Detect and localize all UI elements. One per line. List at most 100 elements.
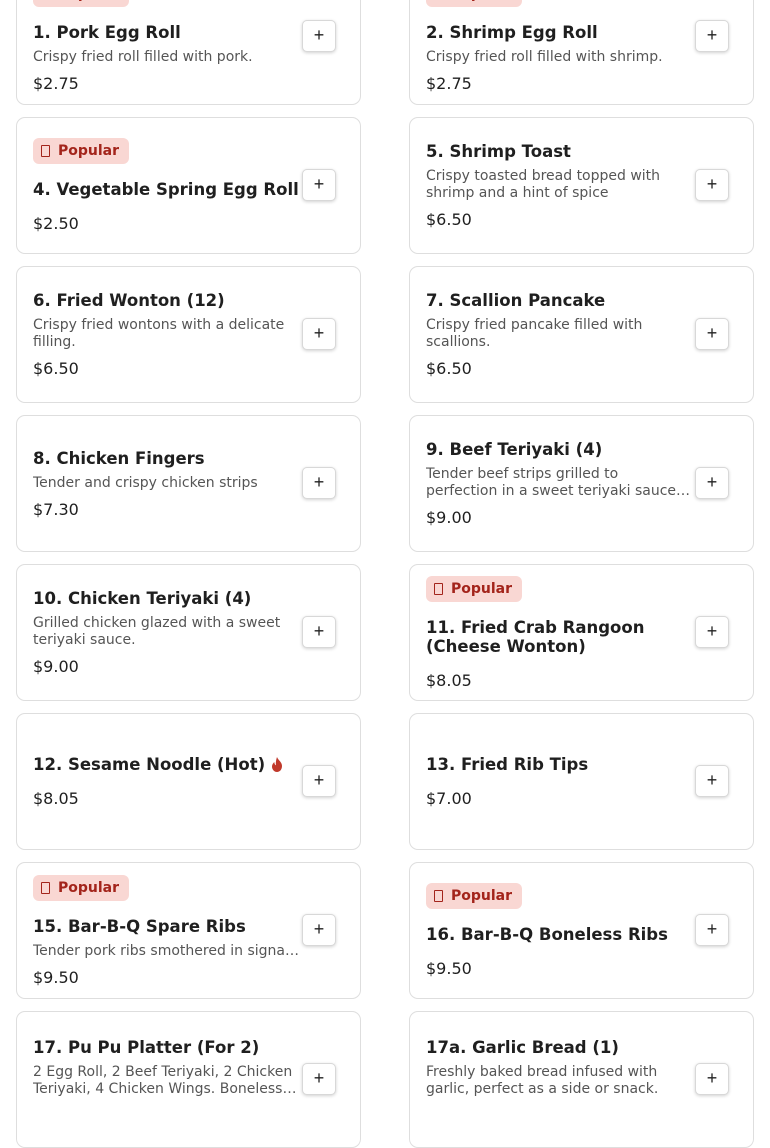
menu-item-name-text: 13. Fried Rib Tips xyxy=(426,755,589,774)
add-to-cart-button[interactable]: + xyxy=(302,1062,336,1095)
menu-item-price: $9.00 xyxy=(426,508,472,527)
menu-item-price: $2.75 xyxy=(33,73,79,93)
menu-item-card[interactable]: Popular 4. Vegetable Spring Egg Roll $2.50… xyxy=(16,117,361,254)
menu-item-price: $9.50 xyxy=(426,959,472,978)
menu-item-name: 12. Sesame Noodle (Hot) xyxy=(33,755,300,774)
menu-item-content: 10. Chicken Teriyaki (4) Grilled chicken … xyxy=(33,565,344,700)
menu-item-content: 5. Shrimp Toast Crispy toasted bread topp… xyxy=(426,118,737,253)
add-to-cart-button[interactable]: + xyxy=(695,466,729,499)
menu-item-name-text: 11. Fried Crab Rangoon (Cheese Wonton) xyxy=(426,617,645,656)
menu-item-card[interactable]: Popular 2. Shrimp Egg Roll Crispy fried ro… xyxy=(409,0,754,105)
popular-badge: Popular xyxy=(33,874,130,901)
menu-item-price: $9.00 xyxy=(33,657,79,676)
add-to-cart-button[interactable]: + xyxy=(695,615,729,648)
menu-item-description: Crispy fried roll filled with shrimp. xyxy=(426,48,663,65)
menu-item-name-text: 7. Scallion Pancake xyxy=(426,291,606,310)
menu-item-card[interactable]: 7. Scallion Pancake Crispy fried pancake … xyxy=(409,266,754,403)
menu-item-content: 17a. Garlic Bread (1) Freshly baked bread… xyxy=(426,1012,737,1147)
menu-item-name: 8. Chicken Fingers xyxy=(33,449,300,468)
menu-item-content: Popular 2. Shrimp Egg Roll Crispy fried ro… xyxy=(426,0,737,104)
popular-badge: Popular xyxy=(33,138,130,164)
add-to-cart-button[interactable]: + xyxy=(302,168,336,201)
menu-item-price: $9.50 xyxy=(33,967,79,987)
menu-item-name: 10. Chicken Teriyaki (4) xyxy=(33,589,300,608)
menu-item-content: 7. Scallion Pancake Crispy fried pancake … xyxy=(426,267,737,402)
menu-item-description: Crispy fried pancake filled with scallio… xyxy=(426,317,643,350)
menu-item-name-text: 16. Bar-B-Q Boneless Ribs xyxy=(426,925,668,944)
plus-icon: + xyxy=(313,174,325,194)
menu-item-name-text: 15. Bar-B-Q Spare Ribs xyxy=(33,916,246,936)
menu-item-card[interactable]: Popular 15. Bar-B-Q Spare Ribs Tender pork… xyxy=(16,862,361,999)
menu-item-card[interactable]: 6. Fried Wonton (12) Crispy fried wontons… xyxy=(16,266,361,403)
menu-item-name: 2. Shrimp Egg Roll xyxy=(426,23,693,42)
menu-item-content: Popular 11. Fried Crab Rangoon (Cheese Wo… xyxy=(426,565,737,700)
menu-item-name-text: 8. Chicken Fingers xyxy=(33,448,205,468)
plus-icon: + xyxy=(706,25,718,45)
menu-item-price: $7.30 xyxy=(33,499,79,519)
menu-item-name-text: 17. Pu Pu Platter (For 2) xyxy=(33,1038,260,1057)
menu-item-card[interactable]: 5. Shrimp Toast Crispy toasted bread topp… xyxy=(409,117,754,254)
menu-item-name-text: 6. Fried Wonton (12) xyxy=(33,291,225,310)
popular-label: Popular xyxy=(451,0,512,2)
add-to-cart-button[interactable]: + xyxy=(695,317,729,350)
menu-item-name: 17. Pu Pu Platter (For 2) xyxy=(33,1038,300,1057)
menu-item-description: Tender beef strips grilled to perfection… xyxy=(426,466,681,499)
add-to-cart-button[interactable]: + xyxy=(695,168,729,201)
menu-item-description: Grilled chicken glazed with a sweet teri… xyxy=(33,615,281,648)
add-to-cart-button[interactable]: + xyxy=(302,19,336,52)
plus-icon: + xyxy=(706,919,718,939)
menu-item-price: $6.50 xyxy=(426,359,472,378)
menu-item-name-text: 10. Chicken Teriyaki (4) xyxy=(33,589,252,608)
menu-item-card[interactable]: 10. Chicken Teriyaki (4) Grilled chicken … xyxy=(16,564,361,701)
menu-item-card[interactable]: Popular 11. Fried Crab Rangoon (Cheese Wo… xyxy=(409,564,754,701)
menu-item-name: 9. Beef Teriyaki (4) xyxy=(426,440,693,459)
menu-item-name: 7. Scallion Pancake xyxy=(426,291,693,310)
popular-label: Popular xyxy=(451,580,513,597)
menu-item-content: 8. Chicken Fingers Tender and crispy chic… xyxy=(33,416,344,551)
add-to-cart-button[interactable]: + xyxy=(302,466,336,499)
menu-item-card[interactable]: 13. Fried Rib Tips $7.00 + xyxy=(409,713,754,850)
menu-item-card[interactable]: 17a. Garlic Bread (1) Freshly baked bread… xyxy=(409,1011,754,1148)
plus-icon: + xyxy=(706,472,718,492)
menu-item-card[interactable]: 12. Sesame Noodle (Hot) $8.05 + xyxy=(16,713,361,850)
popular-badge: Popular xyxy=(426,0,523,7)
popular-label: Popular xyxy=(58,143,120,159)
menu-item-description: Crispy fried wontons with a delicate fil… xyxy=(33,317,285,350)
plus-icon: + xyxy=(313,621,325,641)
plus-icon: + xyxy=(706,1068,718,1088)
menu-item-description: 2 Egg Roll, 2 Beef Teriyaki, 2 Chicken T… xyxy=(33,1064,293,1097)
menu-item-price: $6.50 xyxy=(426,210,472,229)
menu-item-card[interactable]: Popular 16. Bar-B-Q Boneless Ribs $9.50 + xyxy=(409,862,754,999)
menu-item-description: Tender pork ribs smothered in signatur xyxy=(33,942,300,959)
popular-label: Popular xyxy=(58,0,119,2)
add-to-cart-button[interactable]: + xyxy=(302,913,336,946)
popular-badge: Popular xyxy=(426,883,523,909)
plus-icon: + xyxy=(706,323,718,343)
menu-item-name: 17a. Garlic Bread (1) xyxy=(426,1038,693,1057)
plus-icon: + xyxy=(313,919,325,939)
add-to-cart-button[interactable]: + xyxy=(695,1062,729,1095)
menu-item-name: 4. Vegetable Spring Egg Roll xyxy=(33,180,300,199)
add-to-cart-button[interactable]: + xyxy=(302,317,336,350)
menu-item-card[interactable]: 9. Beef Teriyaki (4) Tender beef strips g… xyxy=(409,415,754,552)
menu-item-name-text: 2. Shrimp Egg Roll xyxy=(426,22,598,42)
add-to-cart-button[interactable]: + xyxy=(302,764,336,797)
popular-badge: Popular xyxy=(426,575,523,602)
menu-item-description: Freshly baked bread infused with garlic,… xyxy=(426,1064,659,1097)
menu-item-name-text: 12. Sesame Noodle (Hot) xyxy=(33,755,266,774)
badge-icon xyxy=(41,145,50,157)
spicy-flame-icon xyxy=(272,757,283,772)
menu-item-name: 1. Pork Egg Roll xyxy=(33,23,300,42)
menu-item-name: 16. Bar-B-Q Boneless Ribs xyxy=(426,925,693,944)
menu-item-card[interactable]: 17. Pu Pu Platter (For 2) 2 Egg Roll, 2 B… xyxy=(16,1011,361,1148)
add-to-cart-button[interactable]: + xyxy=(695,19,729,52)
add-to-cart-button[interactable]: + xyxy=(695,913,729,946)
menu-item-grid: Popular 1. Pork Egg Roll Crispy fried roll… xyxy=(0,0,770,1148)
plus-icon: + xyxy=(313,323,325,343)
menu-item-content: 13. Fried Rib Tips $7.00 xyxy=(426,714,737,849)
menu-item-card[interactable]: 8. Chicken Fingers Tender and crispy chic… xyxy=(16,415,361,552)
plus-icon: + xyxy=(313,25,325,45)
add-to-cart-button[interactable]: + xyxy=(695,764,729,797)
add-to-cart-button[interactable]: + xyxy=(302,615,336,648)
menu-item-card[interactable]: Popular 1. Pork Egg Roll Crispy fried roll… xyxy=(16,0,361,105)
